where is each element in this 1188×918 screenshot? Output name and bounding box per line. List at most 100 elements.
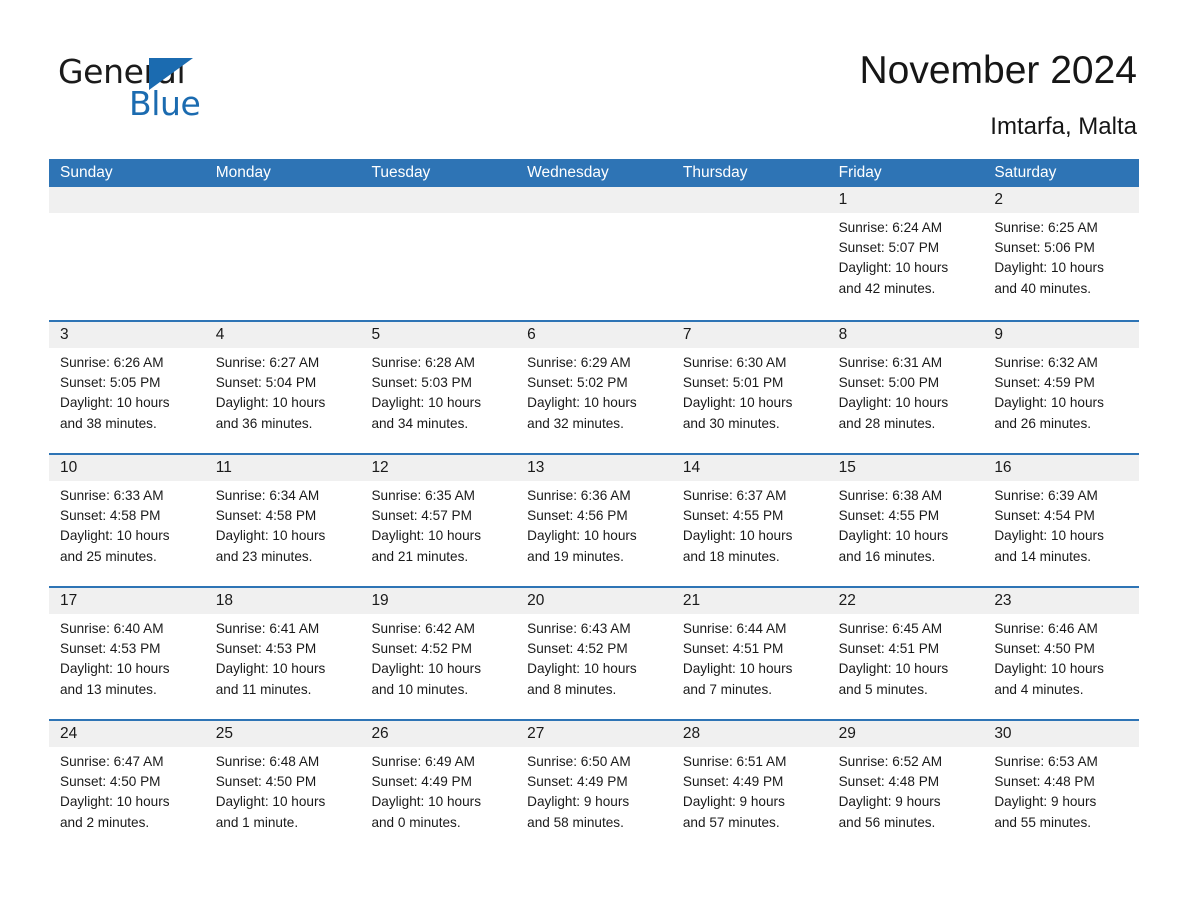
calendar-day-cell[interactable]: 5 Sunrise: 6:28 AM Sunset: 5:03 PM Daylight… — [360, 322, 517, 453]
calendar-day-cell[interactable]: 9 Sunrise: 6:32 AM Sunset: 4:59 PM Daylight… — [983, 322, 1140, 453]
day-detail-body: Sunrise: 6:24 AM Sunset: 5:07 PM Daylight:… — [828, 213, 984, 299]
sunset-line: Sunset: 4:51 PM — [838, 641, 940, 657]
daylight-line: Daylight: 10 hours — [371, 794, 482, 810]
daylight-line: Daylight: 10 hours — [838, 661, 949, 677]
daylight-line-cont: and 19 minutes. — [527, 548, 624, 564]
day-detail-body: Sunrise: 6:47 AM Sunset: 4:50 PM Daylight:… — [49, 747, 205, 833]
calendar-day-cell[interactable]: 29 Sunrise: 6:52 AM Sunset: 4:48 PM Dayligh… — [827, 721, 984, 852]
day-number-strip: 14 — [671, 455, 828, 481]
calendar-day-cell[interactable]: 23 Sunrise: 6:46 AM Sunset: 4:50 PM Dayligh… — [983, 588, 1140, 719]
day-detail-body: Sunrise: 6:48 AM Sunset: 4:50 PM Daylight:… — [205, 747, 361, 833]
sunrise-line: Sunrise: 6:44 AM — [682, 621, 787, 636]
day-detail-body: Sunrise: 6:40 AM Sunset: 4:53 PM Daylight:… — [49, 614, 205, 700]
day-detail-body: Sunrise: 6:35 AM Sunset: 4:57 PM Daylight:… — [360, 481, 516, 567]
sunset-line: Sunset: 5:03 PM — [371, 375, 472, 391]
calendar-day-cell[interactable]: 28 Sunrise: 6:51 AM Sunset: 4:49 PM Dayligh… — [671, 721, 828, 852]
daylight-line-cont: and 56 minutes. — [838, 814, 936, 830]
calendar-day-cell[interactable]: 13 Sunrise: 6:36 AM Sunset: 4:56 PM Dayligh… — [516, 455, 672, 586]
calendar-day-cell[interactable]: 25 Sunrise: 6:48 AM Sunset: 4:50 PM Dayligh… — [204, 721, 361, 852]
day-number: 21 — [682, 592, 701, 609]
calendar-day-cell[interactable]: 10 Sunrise: 6:33 AM Sunset: 4:58 PM Dayligh… — [49, 455, 205, 586]
day-number-strip: 12 — [360, 455, 517, 481]
calendar-day-cell[interactable]: 30 Sunrise: 6:53 AM Sunset: 4:48 PM Dayligh… — [983, 721, 1140, 852]
sunset-line: Sunset: 4:51 PM — [682, 641, 784, 657]
weekday-header-thursday: Thursday — [682, 164, 748, 181]
daylight-line-cont: and 18 minutes. — [682, 548, 780, 564]
calendar-day-cell[interactable]: 8 Sunrise: 6:31 AM Sunset: 5:00 PM Daylight… — [827, 322, 984, 453]
day-detail-body — [516, 213, 672, 218]
day-detail-body: Sunrise: 6:44 AM Sunset: 4:51 PM Daylight:… — [672, 614, 828, 700]
calendar-day-cell[interactable]: 1 Sunrise: 6:24 AM Sunset: 5:07 PM Daylight… — [827, 187, 984, 320]
day-detail-body — [49, 213, 205, 218]
daylight-line: Daylight: 9 hours — [682, 794, 785, 810]
sunset-line: Sunset: 5:02 PM — [527, 375, 628, 391]
day-number-strip: 1 — [827, 187, 984, 213]
day-detail-body: Sunrise: 6:37 AM Sunset: 4:55 PM Daylight:… — [672, 481, 828, 567]
day-number-strip: 9 — [983, 322, 1140, 348]
daylight-line-cont: and 23 minutes. — [215, 548, 313, 564]
calendar-day-cell[interactable]: 12 Sunrise: 6:35 AM Sunset: 4:57 PM Dayligh… — [360, 455, 517, 586]
calendar-day-cell[interactable]: 4 Sunrise: 6:27 AM Sunset: 5:04 PM Daylight… — [204, 322, 361, 453]
day-number-strip — [516, 187, 672, 213]
calendar-day-cell[interactable]: 2 Sunrise: 6:25 AM Sunset: 5:06 PM Daylight… — [983, 187, 1140, 320]
day-number-strip: 25 — [204, 721, 361, 747]
day-number: 7 — [682, 326, 692, 343]
daylight-line: Daylight: 10 hours — [527, 528, 637, 544]
day-detail-body: Sunrise: 6:29 AM Sunset: 5:02 PM Daylight:… — [516, 348, 672, 434]
daylight-line-cont: and 38 minutes. — [60, 415, 157, 431]
day-number-strip: 13 — [516, 455, 672, 481]
page-title: November 2024 — [859, 49, 1138, 92]
sunset-line: Sunset: 5:07 PM — [838, 240, 940, 256]
day-number-strip — [360, 187, 517, 213]
sunset-line: Sunset: 4:55 PM — [682, 508, 784, 524]
calendar-day-cell[interactable]: 20 Sunrise: 6:43 AM Sunset: 4:52 PM Dayligh… — [516, 588, 672, 719]
sunset-line: Sunset: 4:49 PM — [527, 774, 628, 790]
daylight-line-cont: and 7 minutes. — [682, 681, 773, 697]
daylight-line-cont: and 58 minutes. — [527, 814, 624, 830]
calendar-day-cell[interactable]: 22 Sunrise: 6:45 AM Sunset: 4:51 PM Dayligh… — [827, 588, 984, 719]
day-number-strip — [671, 187, 828, 213]
calendar-day-cell[interactable]: 3 Sunrise: 6:26 AM Sunset: 5:05 PM Daylight… — [49, 322, 205, 453]
calendar-day-cell[interactable]: 17 Sunrise: 6:40 AM Sunset: 4:53 PM Dayligh… — [49, 588, 205, 719]
day-detail-body: Sunrise: 6:45 AM Sunset: 4:51 PM Daylight:… — [828, 614, 984, 700]
daylight-line-cont: and 16 minutes. — [838, 548, 936, 564]
general-blue-logo[interactable]: General Blue — [58, 52, 318, 132]
day-detail-body: Sunrise: 6:46 AM Sunset: 4:50 PM Daylight:… — [983, 614, 1139, 700]
calendar-day-cell[interactable]: 26 Sunrise: 6:49 AM Sunset: 4:49 PM Dayligh… — [360, 721, 517, 852]
location-subtitle: Imtarfa, Malta — [990, 113, 1137, 140]
day-detail-body: Sunrise: 6:38 AM Sunset: 4:55 PM Daylight:… — [828, 481, 984, 567]
sunrise-line: Sunrise: 6:52 AM — [838, 754, 943, 769]
calendar-day-cell[interactable]: 11 Sunrise: 6:34 AM Sunset: 4:58 PM Dayligh… — [204, 455, 361, 586]
calendar-day-cell[interactable]: 18 Sunrise: 6:41 AM Sunset: 4:53 PM Dayligh… — [204, 588, 361, 719]
day-number-strip: 28 — [671, 721, 828, 747]
day-number: 13 — [527, 459, 545, 476]
day-number-strip: 18 — [204, 588, 361, 614]
calendar-day-cell[interactable]: 27 Sunrise: 6:50 AM Sunset: 4:49 PM Dayligh… — [516, 721, 672, 852]
calendar-day-cell[interactable]: 24 Sunrise: 6:47 AM Sunset: 4:50 PM Dayligh… — [49, 721, 205, 852]
sunrise-line: Sunrise: 6:40 AM — [60, 621, 164, 636]
calendar-day-cell[interactable]: 6 Sunrise: 6:29 AM Sunset: 5:02 PM Daylight… — [516, 322, 672, 453]
calendar-day-cell[interactable]: 19 Sunrise: 6:42 AM Sunset: 4:52 PM Dayligh… — [360, 588, 517, 719]
calendar-day-cell[interactable]: 15 Sunrise: 6:38 AM Sunset: 4:55 PM Dayligh… — [827, 455, 984, 586]
calendar-day-cell[interactable]: 16 Sunrise: 6:39 AM Sunset: 4:54 PM Dayligh… — [983, 455, 1140, 586]
day-number: 8 — [838, 326, 848, 343]
weekday-header-monday: Monday — [215, 164, 271, 181]
calendar-page: General Blue November 2024 Imtarfa, Malt… — [0, 0, 1188, 918]
sunrise-line: Sunrise: 6:45 AM — [838, 621, 943, 636]
day-number-strip: 15 — [827, 455, 984, 481]
calendar-week-row: 24 Sunrise: 6:47 AM Sunset: 4:50 PM Dayligh… — [49, 719, 1140, 852]
calendar-day-cell[interactable]: 7 Sunrise: 6:30 AM Sunset: 5:01 PM Daylight… — [671, 322, 828, 453]
sunrise-line: Sunrise: 6:50 AM — [527, 754, 631, 769]
day-number: 9 — [994, 326, 1003, 343]
daylight-line-cont: and 55 minutes. — [994, 814, 1092, 830]
day-detail-body: Sunrise: 6:51 AM Sunset: 4:49 PM Daylight:… — [672, 747, 828, 833]
sunset-line: Sunset: 4:53 PM — [60, 641, 161, 657]
sunrise-line: Sunrise: 6:48 AM — [215, 754, 320, 769]
calendar-day-cell[interactable]: 14 Sunrise: 6:37 AM Sunset: 4:55 PM Dayligh… — [671, 455, 828, 586]
sunrise-line: Sunrise: 6:46 AM — [994, 621, 1098, 636]
sunrise-line: Sunrise: 6:37 AM — [682, 488, 787, 503]
day-detail-body: Sunrise: 6:34 AM Sunset: 4:58 PM Daylight:… — [205, 481, 361, 567]
calendar-day-cell[interactable]: 21 Sunrise: 6:44 AM Sunset: 4:51 PM Dayligh… — [671, 588, 828, 719]
day-number: 15 — [838, 459, 856, 476]
daylight-line-cont: and 8 minutes. — [527, 681, 617, 697]
